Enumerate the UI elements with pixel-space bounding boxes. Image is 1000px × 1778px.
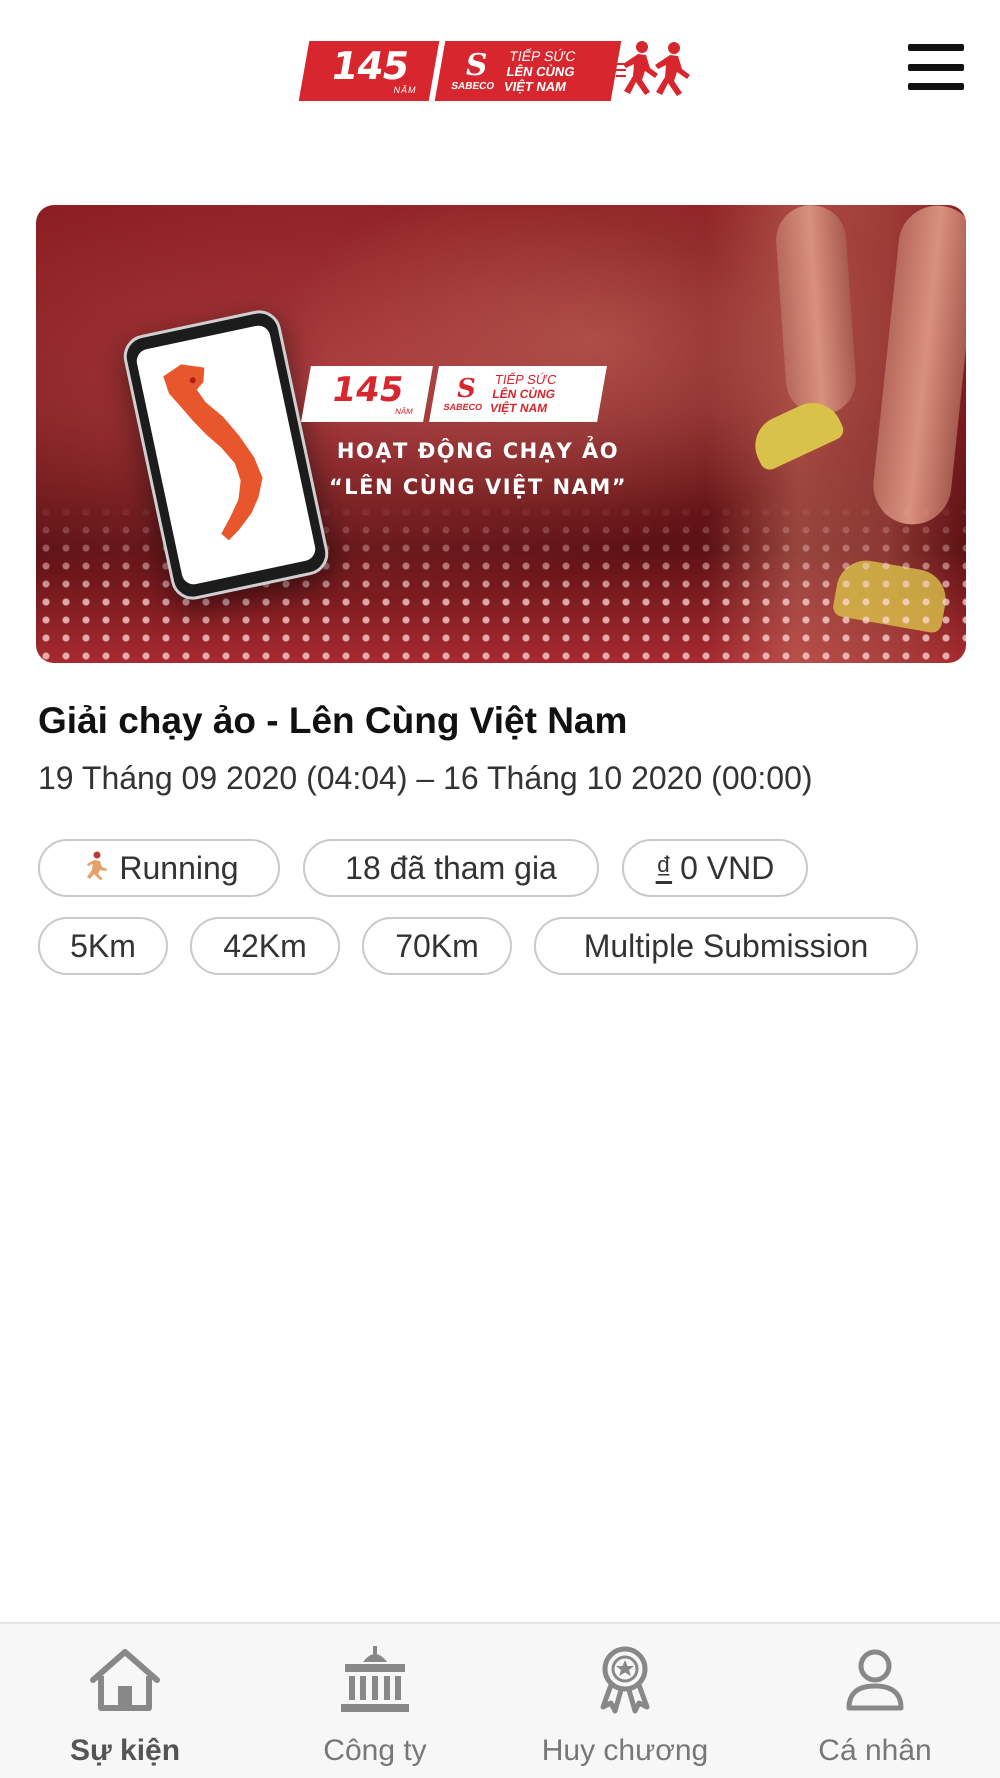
distance-label: 5Km	[70, 927, 136, 964]
banner-headline: HOẠT ĐỘNG CHẠY ẢO “LÊN CÙNG VIỆT NAM”	[308, 433, 648, 505]
sabeco-s-icon: S	[462, 47, 491, 83]
tagline-line-1: TIẾP SỨC	[508, 47, 578, 64]
nav-item-profile[interactable]: Cá nhân	[750, 1624, 1000, 1778]
submission-type-chip: Multiple Submission	[534, 917, 918, 975]
building-icon	[335, 1642, 415, 1716]
hamburger-bar	[908, 83, 964, 90]
anniversary-word: NĂM	[392, 85, 418, 95]
banner-tagline-2: LÊN CÙNG	[491, 387, 557, 401]
tagline-line-3: VIỆT NAM	[502, 78, 568, 94]
distance-chip: 5Km	[38, 917, 168, 975]
distance-chip: 70Km	[362, 917, 512, 975]
tagline-line-2: LÊN CÙNG	[505, 63, 577, 79]
nav-label-events: Sự kiện	[69, 1734, 181, 1767]
hamburger-bar	[908, 63, 964, 71]
event-date-range: 19 Tháng 09 2020 (04:04) – 16 Tháng 10 2…	[38, 760, 813, 796]
banner-sabeco-mark: S SABECO	[442, 374, 488, 412]
user-icon	[835, 1642, 915, 1716]
nav-label-medals: Huy chương	[541, 1734, 709, 1767]
event-banner-image[interactable]: 145 NĂM S SABECO TIẾP SỨC LÊN CÙNG VIỆT …	[36, 205, 966, 663]
banner-headline-line-2: “LÊN CÙNG VIỆT NAM”	[328, 475, 628, 499]
banner-anniversary-number: 145	[328, 369, 407, 410]
distance-label: 42Km	[223, 927, 307, 964]
runners-icon	[612, 41, 690, 96]
anniversary-number: 145	[327, 44, 412, 88]
nav-label-company: Công ty	[323, 1734, 427, 1767]
menu-button[interactable]	[908, 44, 964, 90]
home-icon	[85, 1642, 165, 1716]
sport-type-chip: Running	[38, 839, 280, 897]
nav-item-events[interactable]: Sự kiện	[0, 1624, 250, 1778]
participants-label: 18 đã tham gia	[345, 849, 557, 886]
logo-tagline: TIẾP SỨC LÊN CÙNG VIỆT NAM	[502, 47, 579, 94]
runner-icon	[79, 850, 109, 887]
currency-icon: ₫	[655, 849, 673, 886]
banner-tagline-1: TIẾP SỨC	[493, 372, 558, 387]
submission-type-label: Multiple Submission	[583, 927, 869, 964]
hamburger-bar	[908, 44, 964, 51]
banner-brand-name: SABECO	[442, 402, 484, 412]
bottom-navigation: Sự kiện Công ty Huy chương Cá nhân	[0, 1622, 1000, 1778]
banner-headline-line-1: HOẠT ĐỘNG CHẠY ẢO	[336, 439, 620, 463]
fee-chip: ₫ 0 VND	[622, 839, 808, 897]
anniversary-badge: 145 NĂM	[298, 41, 440, 101]
distance-chip: 42Km	[190, 917, 340, 975]
event-list-screen: 145 NĂM S SABECO TIẾP SỨC LÊN CÙNG VIỆT …	[0, 0, 1000, 1778]
participants-chip: 18 đã tham gia	[303, 839, 599, 897]
brand-name: SABECO	[450, 80, 496, 92]
runner-leg	[773, 205, 859, 418]
event-title[interactable]: Giải chạy ảo - Lên Cùng Việt Nam	[38, 700, 968, 742]
brand-logo: 145 NĂM S SABECO TIẾP SỨC LÊN CÙNG VIỆT …	[298, 38, 696, 104]
sport-type-label: Running	[119, 849, 239, 886]
nav-item-medals[interactable]: Huy chương	[500, 1624, 750, 1778]
sabeco-mark: S SABECO	[450, 47, 500, 92]
nav-label-profile: Cá nhân	[818, 1734, 932, 1767]
banner-brand-badge: S SABECO TIẾP SỨC LÊN CÙNG VIỆT NAM	[429, 366, 607, 422]
nav-item-company[interactable]: Công ty	[250, 1624, 500, 1778]
banner-logo: 145 NĂM S SABECO TIẾP SỨC LÊN CÙNG VIỆT …	[301, 363, 646, 425]
brand-badge: S SABECO TIẾP SỨC LÊN CÙNG VIỆT NAM	[434, 41, 622, 101]
banner-tagline: TIẾP SỨC LÊN CÙNG VIỆT NAM	[488, 372, 559, 415]
banner-tagline-3: VIỆT NAM	[488, 401, 549, 415]
sabeco-s-icon: S	[454, 374, 479, 404]
distance-label: 70Km	[395, 927, 479, 964]
banner-anniversary-badge: 145 NĂM	[301, 366, 433, 422]
banner-anniversary-word: NĂM	[394, 406, 414, 416]
app-header: 145 NĂM S SABECO TIẾP SỨC LÊN CÙNG VIỆT …	[0, 0, 1000, 140]
medal-icon	[585, 1642, 665, 1716]
fee-label: 0 VND	[680, 849, 775, 886]
